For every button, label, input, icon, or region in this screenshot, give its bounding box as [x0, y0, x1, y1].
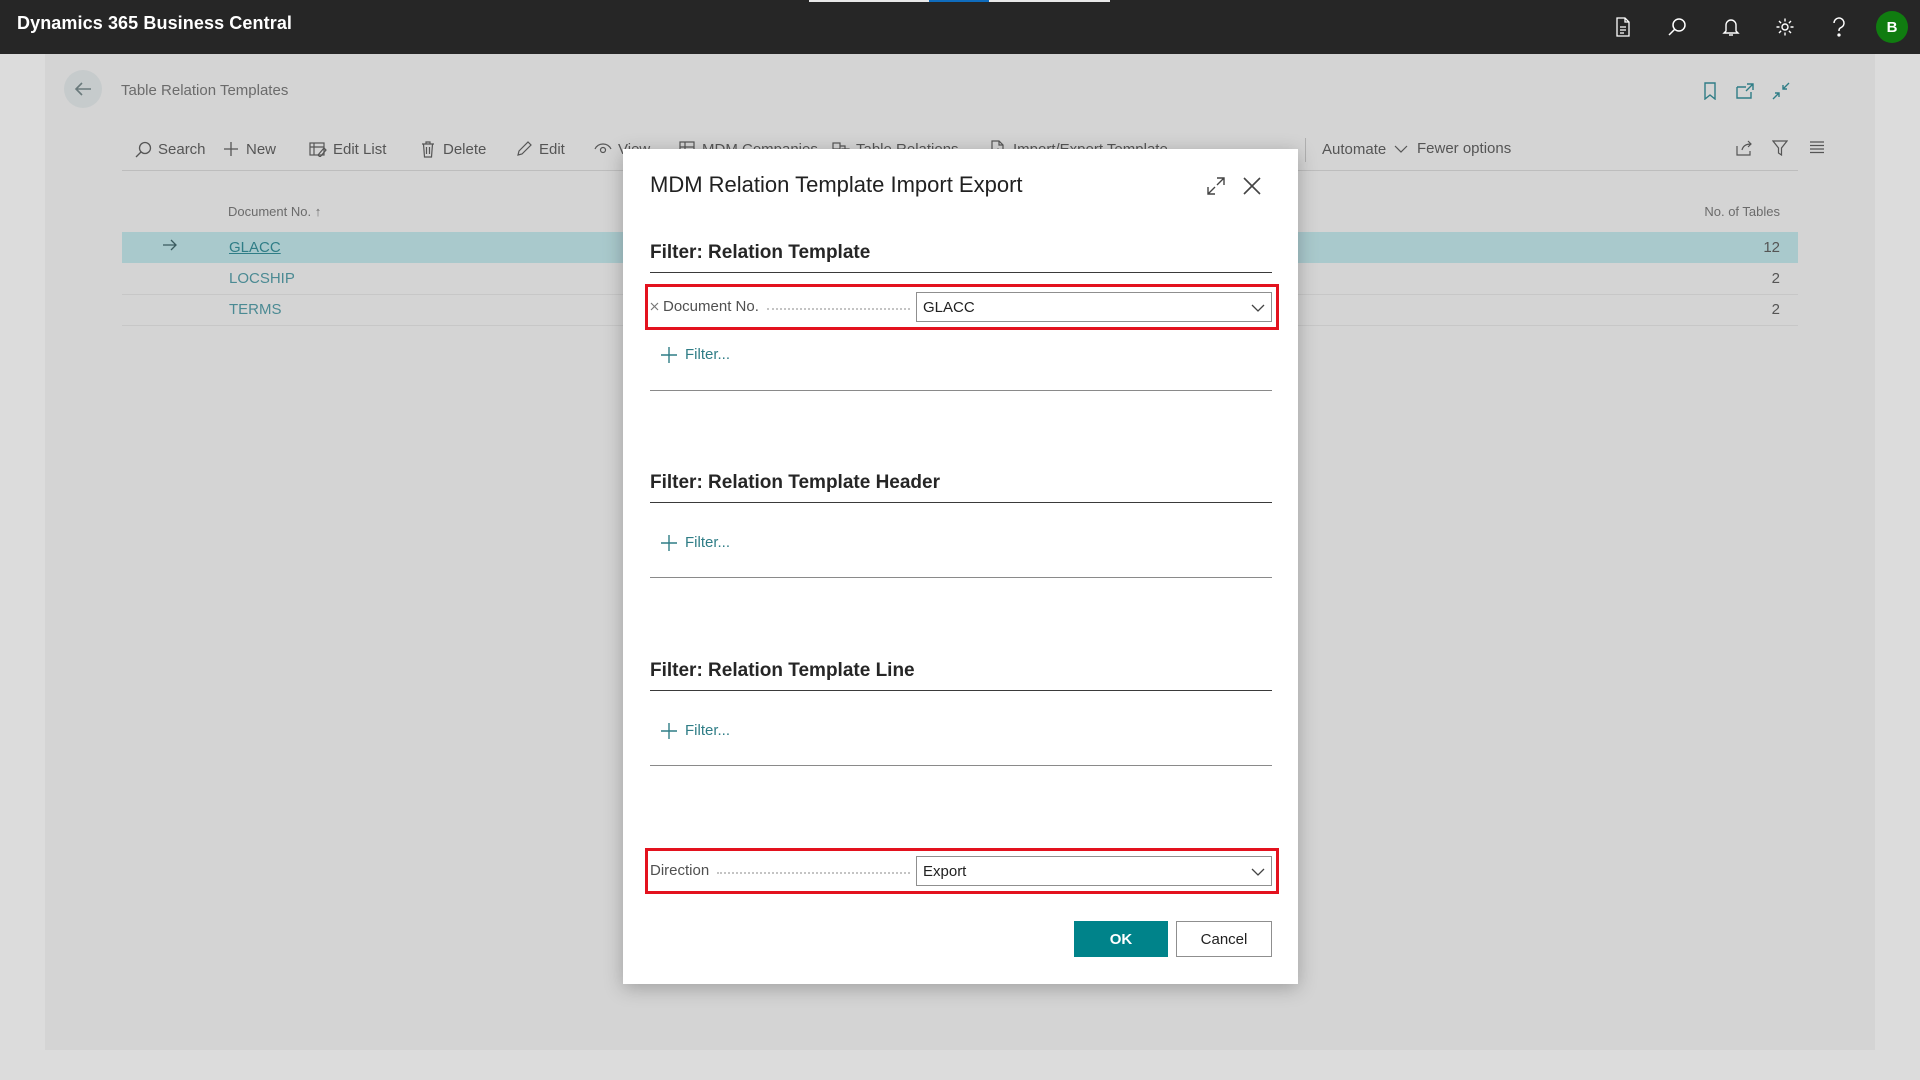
sort-ascending-icon: ↑: [314, 204, 322, 219]
direction-label: Direction: [650, 862, 910, 879]
filter-icon[interactable]: [1772, 140, 1788, 156]
section-divider: [650, 577, 1272, 578]
new-action[interactable]: New: [222, 140, 276, 158]
app-top-bar: Dynamics 365 Business Central B: [0, 0, 1920, 54]
cell-no-of-tables: 12: [1763, 239, 1780, 256]
open-in-new-icon[interactable]: [1734, 80, 1756, 102]
user-avatar[interactable]: B: [1876, 11, 1908, 43]
add-filter-relation-template-header[interactable]: Filter...: [661, 534, 730, 551]
help-icon[interactable]: [1824, 12, 1854, 42]
document-no-filter-label: Document No.: [650, 298, 910, 315]
add-filter-label: Filter...: [685, 722, 731, 739]
pencil-icon: [515, 140, 533, 158]
loading-progress-bar: [809, 0, 1110, 2]
document-no-filter-row: Document No. GLACC: [650, 288, 1272, 326]
edit-list-action-label: Edit List: [333, 140, 387, 158]
trash-icon: [419, 140, 437, 158]
bell-icon[interactable]: [1716, 12, 1746, 42]
edit-list-icon: [309, 140, 327, 158]
edit-list-action[interactable]: Edit List: [309, 140, 386, 158]
column-header-no-of-tables[interactable]: No. of Tables: [1704, 204, 1780, 219]
fewer-options-label: Fewer options: [1417, 140, 1512, 157]
edit-action[interactable]: Edit: [515, 140, 565, 158]
section-title-relation-template-line: Filter: Relation Template Line: [650, 660, 1272, 691]
plus-icon: [222, 140, 240, 158]
document-icon[interactable]: [1608, 12, 1638, 42]
direction-select[interactable]: Export: [916, 856, 1272, 886]
automate-menu[interactable]: Automate: [1322, 140, 1410, 158]
dialog-title: MDM Relation Template Import Export: [650, 172, 1023, 197]
cell-document-no[interactable]: LOCSHIP: [229, 270, 295, 287]
page-header: Table Relation Templates: [45, 54, 1875, 124]
bookmark-icon[interactable]: [1699, 80, 1721, 102]
chevron-down-icon: [1251, 300, 1265, 317]
delete-action[interactable]: Delete: [419, 140, 486, 158]
page-title: Table Relation Templates: [121, 82, 289, 99]
edit-action-label: Edit: [539, 140, 565, 158]
list-view-icon[interactable]: [1809, 140, 1825, 154]
cell-document-no[interactable]: TERMS: [229, 301, 282, 318]
add-filter-relation-template[interactable]: Filter...: [661, 346, 730, 363]
add-filter-relation-template-line[interactable]: Filter...: [661, 722, 730, 739]
new-action-label: New: [246, 140, 277, 158]
import-export-dialog: MDM Relation Template Import Export Filt…: [623, 149, 1298, 984]
search-icon: [134, 140, 152, 158]
cancel-button[interactable]: Cancel: [1176, 921, 1272, 957]
collapse-icon[interactable]: [1770, 80, 1792, 102]
column-header-document-no-label: Document No.: [228, 204, 312, 219]
plus-icon: [661, 722, 677, 739]
direction-label-text: Direction: [650, 862, 710, 879]
automate-menu-label: Automate: [1322, 140, 1387, 158]
close-icon[interactable]: [1239, 173, 1265, 199]
plus-icon: [661, 534, 677, 551]
section-divider: [650, 390, 1272, 391]
cell-no-of-tables: 2: [1771, 301, 1780, 318]
chevron-down-icon: [1392, 140, 1410, 158]
action-separator: [1305, 138, 1306, 162]
search-icon[interactable]: [1662, 12, 1692, 42]
search-action-label: Search: [158, 140, 206, 158]
document-no-filter-select[interactable]: GLACC: [916, 292, 1272, 322]
add-filter-label: Filter...: [685, 346, 731, 363]
eye-icon: [594, 140, 612, 158]
column-header-document-no[interactable]: Document No. ↑: [228, 204, 321, 219]
cell-no-of-tables: 2: [1771, 270, 1780, 287]
row-selected-arrow-icon: [162, 238, 178, 257]
direction-row: Direction Export: [650, 852, 1272, 890]
cell-document-no[interactable]: GLACC: [229, 239, 281, 256]
direction-value: Export: [923, 863, 967, 880]
back-button[interactable]: [64, 70, 102, 108]
share-icon[interactable]: [1736, 140, 1754, 156]
section-title-relation-template-header: Filter: Relation Template Header: [650, 472, 1272, 503]
document-no-label-text: Document No.: [663, 298, 759, 315]
document-no-filter-value: GLACC: [923, 299, 975, 316]
ok-button[interactable]: OK: [1074, 921, 1168, 957]
remove-filter-icon[interactable]: [650, 302, 659, 311]
chevron-down-icon: [1251, 864, 1265, 881]
fewer-options-button[interactable]: Fewer options: [1417, 140, 1511, 157]
app-title[interactable]: Dynamics 365 Business Central: [17, 13, 292, 34]
expand-icon[interactable]: [1203, 173, 1229, 199]
delete-action-label: Delete: [443, 140, 487, 158]
plus-icon: [661, 346, 677, 363]
add-filter-label: Filter...: [685, 534, 731, 551]
gear-icon[interactable]: [1770, 12, 1800, 42]
search-action[interactable]: Search: [134, 140, 206, 158]
section-title-relation-template: Filter: Relation Template: [650, 242, 1272, 273]
section-divider: [650, 765, 1272, 766]
